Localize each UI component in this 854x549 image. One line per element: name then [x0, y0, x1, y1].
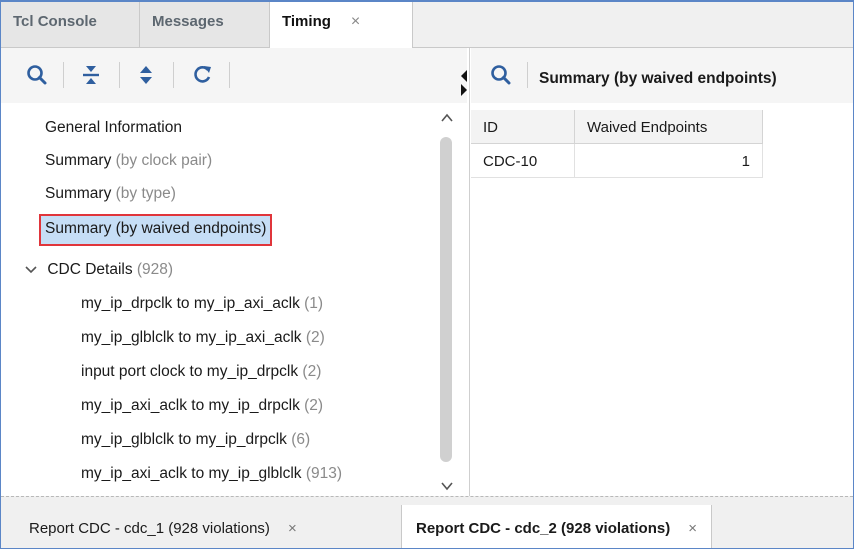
refresh-button[interactable]: [188, 60, 216, 90]
tree-item-suffix: (by clock pair): [115, 152, 213, 169]
tab-tcl-console[interactable]: Tcl Console: [1, 2, 140, 47]
expand-all-icon: [140, 66, 152, 84]
tree-item-cdc-details[interactable]: CDC Details (928): [25, 255, 173, 285]
search-button[interactable]: [487, 60, 515, 90]
tree-item-label: Summary (by waived endpoints): [45, 220, 267, 237]
tree-item-label: Summary: [45, 185, 112, 202]
search-icon: [491, 65, 511, 85]
tree-item-label: my_ip_glblclk to my_ip_axi_aclk: [81, 329, 302, 346]
tree-item-clock-pair[interactable]: input port clock to my_ip_drpclk (2): [81, 357, 321, 387]
report-tab-bar: Report CDC - cdc_1 (928 violations) × Rep…: [1, 496, 853, 548]
tree-item-label: General Information: [45, 119, 182, 136]
scroll-up-icon[interactable]: [440, 112, 454, 124]
column-header-id[interactable]: ID: [471, 110, 575, 144]
tab-report-cdc-2[interactable]: Report CDC - cdc_2 (928 violations) ×: [401, 505, 712, 548]
tab-label: Messages: [152, 13, 224, 30]
scroll-down-icon[interactable]: [440, 480, 454, 492]
scroll-thumb[interactable]: [440, 137, 452, 462]
tree-item-clock-pair[interactable]: my_ip_axi_aclk to my_ip_glblclk (913): [81, 459, 342, 489]
tree-item-count: (2): [305, 329, 325, 346]
table-cell-waived-endpoints[interactable]: 1: [575, 144, 763, 178]
tree-item-label: CDC Details: [47, 261, 133, 278]
tree-item-count: (6): [291, 431, 311, 448]
tree-item-clock-pair[interactable]: my_ip_glblclk to my_ip_axi_aclk (2): [81, 323, 325, 353]
tab-label: Report CDC - cdc_1 (928 violations): [29, 520, 270, 537]
report-tree: General Information Summary (by clock pa…: [1, 103, 437, 496]
refresh-icon: [194, 66, 211, 83]
tree-item-general-information[interactable]: General Information: [45, 113, 182, 143]
toolbar-separator: [119, 62, 120, 88]
tab-timing[interactable]: Timing ×: [270, 2, 413, 48]
expand-all-button[interactable]: [132, 60, 160, 90]
collapse-all-icon: [83, 66, 99, 84]
splitter-arrows-icon[interactable]: [459, 68, 469, 98]
close-tab-button[interactable]: ×: [288, 520, 297, 537]
search-icon: [27, 65, 47, 85]
summary-panel-header: Summary (by waived endpoints): [471, 48, 853, 103]
toolbar-separator: [63, 62, 64, 88]
tab-report-cdc-1[interactable]: Report CDC - cdc_1 (928 violations) ×: [15, 505, 311, 548]
tree-item-summary-waived-endpoints[interactable]: Summary (by waived endpoints): [39, 214, 273, 246]
tree-item-count: (913): [305, 465, 343, 482]
tree-item-label: my_ip_drpclk to my_ip_axi_aclk: [81, 295, 300, 312]
tree-item-clock-pair[interactable]: my_ip_drpclk to my_ip_axi_aclk (1): [81, 289, 323, 319]
tab-label: Report CDC - cdc_2 (928 violations): [416, 520, 671, 537]
tab-label: Timing: [282, 13, 331, 30]
tree-item-summary-clock-pair[interactable]: Summary (by clock pair): [45, 146, 212, 176]
tree-item-count: (2): [302, 363, 322, 380]
close-tab-button[interactable]: ×: [351, 13, 360, 30]
search-button[interactable]: [23, 60, 51, 90]
tree-item-label: my_ip_glblclk to my_ip_drpclk: [81, 431, 287, 448]
tree-item-summary-type[interactable]: Summary (by type): [45, 179, 176, 209]
tree-item-label: Summary: [45, 152, 112, 169]
tab-messages[interactable]: Messages: [140, 2, 270, 47]
timing-window: Tcl Console Messages Timing × General In…: [0, 0, 854, 549]
column-header-waived-endpoints[interactable]: Waived Endpoints: [575, 110, 763, 144]
tab-label: Tcl Console: [13, 13, 97, 30]
tree-item-clock-pair[interactable]: my_ip_glblclk to my_ip_drpclk (6): [81, 425, 310, 455]
tree-scrollbar[interactable]: [439, 112, 455, 496]
tree-item-count: (1): [304, 295, 324, 312]
collapse-all-button[interactable]: [77, 60, 105, 90]
tree-item-count: (928): [136, 261, 174, 278]
tree-item-suffix: (by type): [115, 185, 176, 202]
tree-item-label: my_ip_axi_aclk to my_ip_drpclk: [81, 397, 300, 414]
tree-item-clock-pair[interactable]: my_ip_axi_aclk to my_ip_drpclk (2): [81, 391, 323, 421]
chevron-down-icon[interactable]: [25, 265, 37, 275]
tree-item-label: my_ip_axi_aclk to my_ip_glblclk: [81, 465, 302, 482]
top-tab-bar: Tcl Console Messages Timing ×: [1, 2, 853, 48]
tree-item-count: (2): [304, 397, 324, 414]
close-tab-button[interactable]: ×: [688, 520, 697, 537]
toolbar-separator: [173, 62, 174, 88]
panel-divider[interactable]: [469, 48, 470, 496]
panel-title: Summary (by waived endpoints): [539, 70, 777, 87]
table-cell-id[interactable]: CDC-10: [471, 144, 575, 178]
tree-toolbar: [1, 48, 467, 103]
tree-item-label: input port clock to my_ip_drpclk: [81, 363, 299, 380]
toolbar-separator: [527, 62, 528, 88]
toolbar-separator: [229, 62, 230, 88]
